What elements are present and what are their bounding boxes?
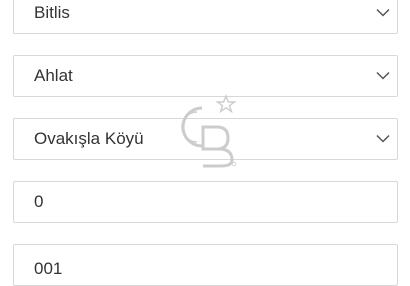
numeric-input-2[interactable] — [34, 259, 374, 279]
district-select[interactable]: Ahlat — [13, 55, 398, 97]
neighborhood-select-value: Ovakışla Köyü — [34, 129, 144, 148]
numeric-input-field-2[interactable] — [13, 244, 398, 286]
chevron-down-icon — [376, 71, 390, 80]
province-select-value: Bitlis — [34, 3, 70, 22]
district-select-value: Ahlat — [34, 66, 73, 85]
numeric-input[interactable] — [34, 192, 374, 212]
chevron-down-icon — [376, 8, 390, 17]
chevron-down-icon — [376, 134, 390, 143]
numeric-input-field[interactable] — [13, 181, 398, 223]
province-select[interactable]: Bitlis — [13, 0, 398, 34]
watermark-logo — [181, 94, 237, 168]
